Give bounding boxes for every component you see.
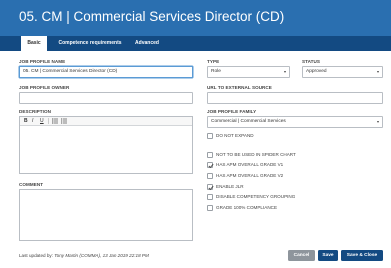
type-value: Role xyxy=(211,69,221,74)
cancel-button[interactable]: Cancel xyxy=(288,250,315,261)
checkbox-apm-grade-v1[interactable] xyxy=(207,162,214,169)
chevron-down-icon xyxy=(377,71,379,73)
comment-label: COMMENT xyxy=(19,182,44,187)
checkmark-icon xyxy=(208,185,214,191)
type-select[interactable]: Role xyxy=(207,66,290,78)
checkbox-not-in-spider-chart[interactable] xyxy=(207,152,213,158)
page-title: 05. CM | Commercial Services Director (C… xyxy=(19,9,285,24)
bullet-list-icon[interactable] xyxy=(52,118,58,127)
checkbox-label: NOT TO BE USED IN SPIDER CHART xyxy=(216,152,296,157)
description-editor[interactable]: B I U xyxy=(19,116,193,174)
save-and-close-button[interactable]: Save & Close xyxy=(341,250,383,261)
tab-competence-requirements[interactable]: Competence requirements xyxy=(50,36,130,51)
last-updated-value: Tony Martin (COMMA), 13 Jan 2019 22:18 P… xyxy=(54,253,149,258)
checkbox-enable-jlr[interactable] xyxy=(207,184,214,191)
checkbox-do-not-expand[interactable] xyxy=(207,133,213,139)
checkbox-disable-competency-grouping[interactable] xyxy=(207,194,213,200)
editor-toolbar: B I U xyxy=(20,117,192,126)
numbered-list-icon[interactable] xyxy=(61,118,67,127)
status-label: STATUS xyxy=(302,59,320,64)
url-external-label: URL TO EXTERNAL SOURCE xyxy=(207,85,272,90)
save-button[interactable]: Save xyxy=(318,250,338,261)
job-profile-owner-input[interactable] xyxy=(19,92,193,104)
checkbox-apm-grade-v2[interactable] xyxy=(207,173,213,179)
title-bar: 05. CM | Commercial Services Director (C… xyxy=(0,0,391,36)
tab-advanced[interactable]: Advanced xyxy=(131,36,163,51)
last-updated-label: Last updated by: xyxy=(19,253,53,258)
tab-bar: Basic Competence requirements Advanced xyxy=(0,36,391,51)
underline-button[interactable]: U xyxy=(40,118,44,125)
chevron-down-icon xyxy=(284,71,286,73)
checkbox-label: DO NOT EXPAND xyxy=(216,133,254,138)
comment-textarea[interactable] xyxy=(19,189,193,241)
checkbox-grade-100-compliance[interactable] xyxy=(207,205,213,211)
status-value: Approved xyxy=(306,69,327,74)
checkbox-label: DISABLE COMPETENCY GROUPING xyxy=(216,194,296,199)
job-profile-name-label: JOB PROFILE NAME xyxy=(19,59,66,64)
toolbar-separator xyxy=(48,118,49,124)
status-select[interactable]: Approved xyxy=(302,66,383,78)
last-updated-text: Last updated by: Tony Martin (COMMA), 13… xyxy=(19,253,149,258)
type-label: TYPE xyxy=(207,59,220,64)
job-profile-name-input[interactable]: 05. CM | Commercial Services Director (C… xyxy=(19,66,193,78)
job-profile-family-select[interactable]: Commercial | Commercial Services xyxy=(207,116,383,128)
chevron-down-icon xyxy=(377,121,379,123)
checkbox-label: ENABLE JLR xyxy=(216,184,244,189)
job-profile-owner-label: JOB PROFILE OWNER xyxy=(19,85,70,90)
job-profile-family-value: Commercial | Commercial Services xyxy=(211,119,286,124)
checkmark-icon xyxy=(208,163,214,169)
tab-basic[interactable]: Basic xyxy=(21,36,47,51)
checkbox-label: GRADE 100% COMPLIANCE xyxy=(216,205,278,210)
job-profile-family-label: JOB PROFILE FAMILY xyxy=(207,109,257,114)
checkbox-label: HAS APM OVERALL GRADE V2 xyxy=(216,173,284,178)
italic-button[interactable]: I xyxy=(32,118,33,125)
description-label: DESCRIPTION xyxy=(19,109,51,114)
url-external-input[interactable] xyxy=(207,92,383,104)
bold-button[interactable]: B xyxy=(24,118,28,125)
checkbox-label: HAS APM OVERALL GRADE V1 xyxy=(216,162,284,167)
